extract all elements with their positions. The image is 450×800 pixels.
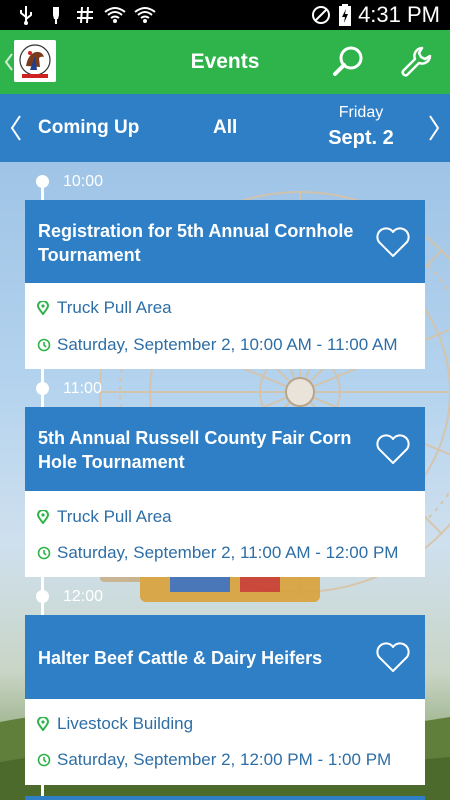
event-location: Truck Pull Area <box>37 296 172 320</box>
usb-icon <box>46 0 66 30</box>
timeline-dot <box>36 175 49 188</box>
event-card[interactable]: Registration for 5th Annual Cornhole Tou… <box>25 200 425 369</box>
clock-icon <box>37 753 51 767</box>
event-datetime: Saturday, September 2, 12:00 PM - 1:00 P… <box>37 748 391 772</box>
event-card-header[interactable]: Registration for 5th Annual Cornhole Tou… <box>25 200 425 283</box>
time-marker: 12:00 <box>36 585 236 609</box>
time-marker: 10:00 <box>36 170 236 194</box>
location-pin-icon <box>37 301 49 315</box>
wifi-icon <box>102 0 128 30</box>
location-pin-icon <box>37 510 49 524</box>
event-location: Livestock Building <box>37 712 193 736</box>
event-card-body: Livestock Building Saturday, September 2… <box>25 699 425 785</box>
wrench-icon[interactable] <box>398 44 434 80</box>
heart-icon[interactable] <box>375 433 411 465</box>
app-bar: Events <box>0 30 450 94</box>
event-datetime: Saturday, September 2, 10:00 AM - 11:00 … <box>37 333 398 357</box>
chevron-right-icon[interactable] <box>426 112 442 144</box>
chevron-left-icon[interactable] <box>8 112 24 144</box>
day-date: Sept. 2 <box>328 127 394 149</box>
tab-all[interactable]: All <box>213 94 237 162</box>
event-location: Truck Pull Area <box>37 505 172 529</box>
time-label: 12:00 <box>63 588 104 605</box>
event-card[interactable] <box>25 796 425 800</box>
location-text: Livestock Building <box>57 714 194 733</box>
heart-icon[interactable] <box>375 226 411 258</box>
heart-icon[interactable] <box>375 641 411 673</box>
event-title: Halter Beef Cattle & Dairy Heifers <box>38 648 323 668</box>
event-card[interactable]: 5th Annual Russell County Fair Corn Hole… <box>25 407 425 577</box>
day-name: Friday <box>338 104 384 121</box>
clock-icon <box>37 546 51 560</box>
date-navigation: Coming Up All Friday Sept. 2 <box>0 94 450 162</box>
location-text: Truck Pull Area <box>57 298 172 317</box>
hash-icon <box>74 0 96 30</box>
time-label: 10:00 <box>63 173 104 190</box>
event-card-header[interactable]: Halter Beef Cattle & Dairy Heifers <box>25 615 425 699</box>
timeline-dot <box>36 382 49 395</box>
status-time: 4:31 PM <box>358 2 440 27</box>
time-label: 11:00 <box>63 380 102 397</box>
search-icon[interactable] <box>330 44 366 80</box>
battery-charging-icon <box>336 0 354 30</box>
datetime-text: Saturday, September 2, 11:00 AM - 12:00 … <box>57 543 399 562</box>
event-datetime: Saturday, September 2, 11:00 AM - 12:00 … <box>37 541 398 565</box>
timeline-dot <box>36 590 49 603</box>
event-card-body: Truck Pull Area Saturday, September 2, 1… <box>25 491 425 577</box>
event-title: Registration for 5th Annual Cornhole Tou… <box>38 221 354 265</box>
time-marker: 11:00 <box>36 377 236 401</box>
tab-coming-up[interactable]: Coming Up <box>38 94 139 162</box>
datetime-text: Saturday, September 2, 12:00 PM - 1:00 P… <box>57 750 392 769</box>
selected-day[interactable]: Friday Sept. 2 <box>318 102 404 152</box>
chevron-left-icon[interactable] <box>2 48 14 76</box>
clock-icon <box>37 338 51 352</box>
event-card[interactable]: Halter Beef Cattle & Dairy Heifers Lives… <box>25 615 425 785</box>
location-pin-icon <box>37 717 49 731</box>
status-bar: 4:31 PM <box>0 0 450 30</box>
event-card-header[interactable]: 5th Annual Russell County Fair Corn Hole… <box>25 407 425 491</box>
do-not-disturb-icon <box>310 0 332 30</box>
page-title: Events <box>190 50 260 73</box>
event-card-body: Truck Pull Area Saturday, September 2, 1… <box>25 283 425 369</box>
fair-logo[interactable] <box>14 40 56 82</box>
wifi-icon <box>132 0 158 30</box>
location-text: Truck Pull Area <box>57 507 172 526</box>
datetime-text: Saturday, September 2, 10:00 AM - 11:00 … <box>57 335 398 354</box>
usb-icon <box>16 0 36 30</box>
event-title: 5th Annual Russell County Fair Corn Hole… <box>38 428 352 472</box>
